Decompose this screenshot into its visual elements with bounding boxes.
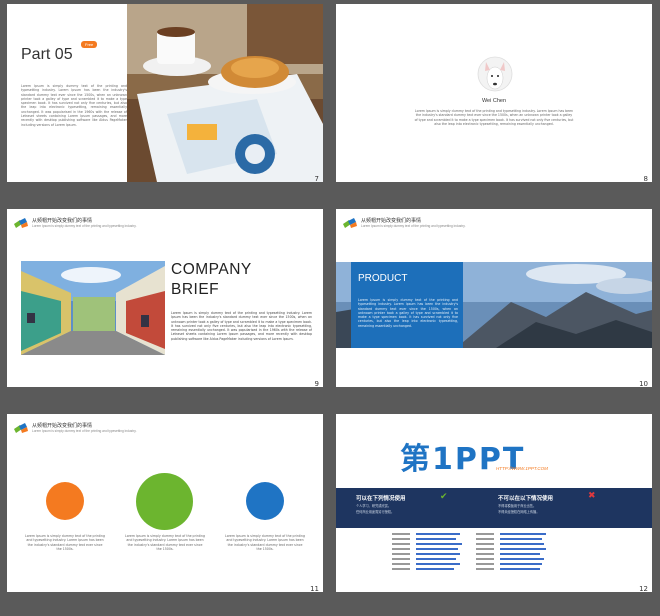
header-title: 从频帽开始改变我们的事情: [32, 423, 93, 429]
coffee-croissant-photo: [127, 4, 323, 182]
free-badge: Free: [81, 41, 98, 48]
company-body-text: Lorem Ipsum is simply dummy text of the …: [171, 311, 312, 341]
green-circle: [136, 473, 193, 530]
ribbon-logo-icon: [14, 423, 28, 433]
blue-circle: [246, 482, 284, 520]
can-use-item-2: 任何商业用途需另行授权。: [356, 510, 395, 514]
ppt-logo: 第1PPT: [400, 442, 526, 477]
header-title: 从频帽开始改变我们的事情: [32, 218, 93, 224]
can-use-title: 可以在下列情况使用: [356, 496, 406, 502]
check-icon: ✔: [440, 491, 448, 501]
person-name: Wei Chen: [481, 98, 507, 104]
slide-10[interactable]: 从频帽开始改变我们的事情 Lorem Ipsum is simply dummy…: [336, 209, 652, 387]
ppt-logo-url: HTTP://WWW.1PPT.COM: [496, 466, 548, 471]
cross-icon: ✖: [588, 490, 596, 500]
blue-circle-text: Lorem Ipsum is simply dummy text of the …: [225, 534, 305, 551]
product-body-text: Lorem Ipsum is simply dummy text of the …: [358, 298, 458, 328]
company-title-line2: BRIEF: [171, 281, 220, 298]
slide-12[interactable]: 第1PPT HTTP://WWW.1PPT.COM 可以在下列情况使用 ✔ 个人…: [336, 414, 652, 592]
cannot-use-item-1: 不得将模板用于商业出售。: [498, 504, 537, 508]
slide-number: 12: [639, 585, 648, 592]
slide-number: 8: [643, 175, 648, 182]
ribbon-logo-icon: [343, 218, 357, 228]
slide-7[interactable]: Part 05 Free Lorem Ipsum is simply dummy…: [7, 4, 323, 182]
header-title: 从频帽开始改变我们的事情: [361, 218, 422, 224]
header-subtitle: Lorem Ipsum is simply dummy text of the …: [32, 429, 137, 433]
product-title: PRODUCT: [358, 273, 408, 284]
slide-number: 11: [310, 585, 319, 592]
ribbon-logo-icon: [14, 218, 28, 228]
slide-number: 10: [639, 380, 648, 387]
part-body-text: Lorem Ipsum is simply dummy text of the …: [21, 84, 127, 127]
slide-8[interactable]: Wei Chen Lorem Ipsum is simply dummy tex…: [336, 4, 652, 182]
orange-circle-text: Lorem Ipsum is simply dummy text of the …: [25, 534, 105, 551]
slide-number: 7: [314, 175, 319, 182]
orange-circle: [46, 482, 84, 520]
cannot-use-item-2: 不得未经授权在网络上传播。: [498, 510, 540, 514]
slide-11[interactable]: 从频帽开始改变我们的事情 Lorem Ipsum is simply dummy…: [7, 414, 323, 592]
part-title: Part 05: [21, 46, 73, 63]
header-subtitle: Lorem Ipsum is simply dummy text of the …: [32, 224, 137, 228]
link-list: [392, 533, 546, 570]
can-use-item-1: 个人学习、研究或欣赏。: [356, 504, 392, 508]
person-body-text: Lorem Ipsum is simply dummy text of the …: [414, 109, 574, 126]
slide-number: 9: [314, 380, 319, 387]
avatar: [477, 56, 513, 92]
green-circle-text: Lorem Ipsum is simply dummy text of the …: [125, 534, 205, 551]
company-title-line1: COMPANY: [171, 261, 252, 278]
street-photo: [21, 261, 165, 355]
slide-9[interactable]: 从频帽开始改变我们的事情 Lorem Ipsum is simply dummy…: [7, 209, 323, 387]
cannot-use-title: 不可以在以下情况使用: [498, 496, 554, 502]
header-subtitle: Lorem Ipsum is simply dummy text of the …: [361, 224, 466, 228]
